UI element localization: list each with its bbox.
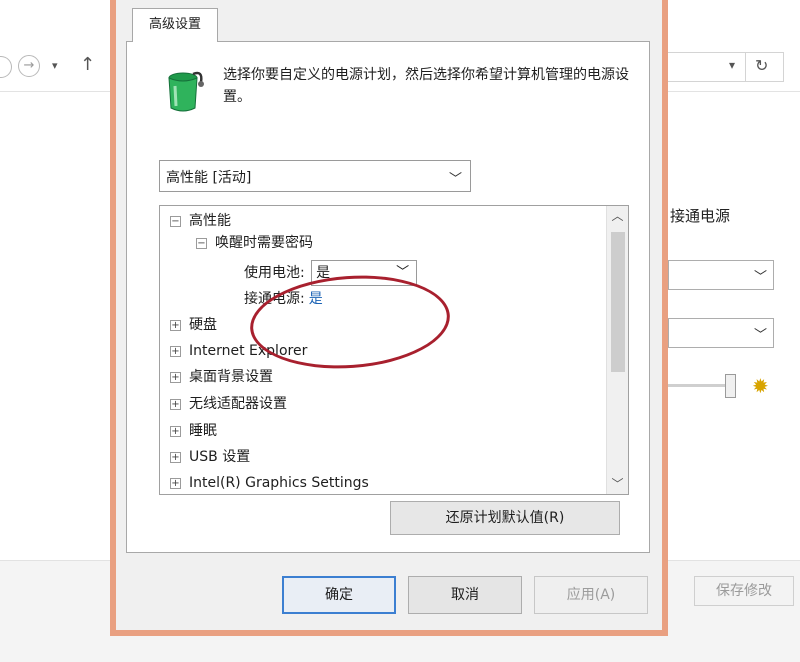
back-icon[interactable] [0, 56, 12, 78]
tree-item-root[interactable]: − 高性能 [170, 210, 231, 232]
collapse-icon[interactable]: − [170, 216, 181, 227]
tree-item-internet-explorer[interactable]: + Internet Explorer [170, 340, 307, 362]
power-plan-value: 高性能 [活动] [166, 170, 252, 186]
tree-item-wake-password[interactable]: − 唤醒时需要密码 [196, 232, 313, 254]
on-battery-value: 是 [316, 265, 331, 281]
expand-icon[interactable]: + [170, 399, 181, 410]
forward-icon[interactable]: → [18, 55, 40, 77]
cancel-button[interactable]: 取消 [408, 576, 522, 614]
scroll-up-icon[interactable]: ︿ [607, 206, 628, 226]
expand-icon[interactable]: + [170, 372, 181, 383]
ok-button[interactable]: 确定 [282, 576, 396, 614]
on-battery-label: 使用电池: [244, 265, 305, 281]
on-battery-select[interactable]: 是 ﹀ [311, 260, 418, 286]
plugged-in-select-1[interactable]: ﹀ [668, 260, 774, 290]
address-divider [745, 53, 746, 81]
chevron-down-icon: ﹀ [753, 270, 767, 285]
tree-item-sleep[interactable]: + 睡眠 [170, 420, 217, 442]
tree-item-on-battery: 使用电池: 是 ﹀ [244, 259, 418, 287]
plugged-in-select-2[interactable]: ﹀ [668, 318, 774, 348]
power-plan-select[interactable]: 高性能 [活动] ﹀ [159, 160, 471, 192]
tab-advanced-settings[interactable]: 高级设置 [132, 8, 218, 42]
expand-icon[interactable]: + [170, 452, 181, 463]
chevron-down-icon[interactable]: ▾ [52, 56, 58, 76]
refresh-icon[interactable]: ↻ [755, 56, 768, 75]
restore-defaults-button[interactable]: 还原计划默认值(R) [390, 501, 620, 535]
chevron-down-icon: ﹀ [753, 328, 767, 343]
plugged-in-setting-value[interactable]: 是 [309, 291, 323, 307]
power-options-dialog: 高级设置 选择你要自定义的电源计划，然后选择你希望计算机管理的电源设置。 高性能… [110, 0, 668, 636]
save-changes-button[interactable]: 保存修改 [694, 576, 794, 606]
brightness-slider-track[interactable] [668, 384, 730, 387]
address-dropdown-icon[interactable]: ▾ [729, 58, 735, 72]
advanced-settings-panel: 选择你要自定义的电源计划，然后选择你希望计算机管理的电源设置。 高性能 [活动]… [126, 41, 650, 553]
tree-item-desktop-background[interactable]: + 桌面背景设置 [170, 366, 273, 388]
scrollbar-thumb[interactable] [611, 232, 625, 372]
scroll-down-icon[interactable]: ﹀ [607, 474, 628, 494]
plan-description: 选择你要自定义的电源计划，然后选择你希望计算机管理的电源设置。 [223, 67, 629, 105]
plugged-in-label: 接通电源 [670, 207, 731, 225]
up-icon[interactable]: ↑ [80, 55, 95, 75]
collapse-icon[interactable]: − [196, 238, 207, 249]
chevron-down-icon: ﹀ [396, 265, 410, 280]
settings-tree: − 高性能 − 唤醒时需要密码 使用电池: 是 ﹀ 接通电源: 是 + 硬盘 + Inte… [159, 205, 629, 495]
tree-item-hard-disk[interactable]: + 硬盘 [170, 314, 217, 336]
tree-item-usb[interactable]: + USB 设置 [170, 446, 250, 468]
expand-icon[interactable]: + [170, 320, 181, 331]
tree-item-plugged-in: 接通电源: 是 [244, 288, 323, 310]
chevron-down-icon: ﹀ [448, 172, 462, 187]
apply-button[interactable]: 应用(A) [534, 576, 648, 614]
expand-icon[interactable]: + [170, 478, 181, 489]
brightness-icon: ✹ [752, 374, 769, 398]
expand-icon[interactable]: + [170, 346, 181, 357]
expand-icon[interactable]: + [170, 426, 181, 437]
brightness-slider-thumb[interactable] [725, 374, 736, 398]
battery-plan-icon [168, 71, 204, 112]
address-bar[interactable]: ▾ ↻ [664, 52, 784, 82]
tree-scrollbar[interactable]: ︿ ﹀ [606, 206, 628, 494]
tree-item-intel-graphics[interactable]: + Intel(R) Graphics Settings [170, 472, 369, 494]
tree-item-wireless-adapter[interactable]: + 无线适配器设置 [170, 393, 287, 415]
plugged-in-setting-label: 接通电源: [244, 291, 305, 307]
